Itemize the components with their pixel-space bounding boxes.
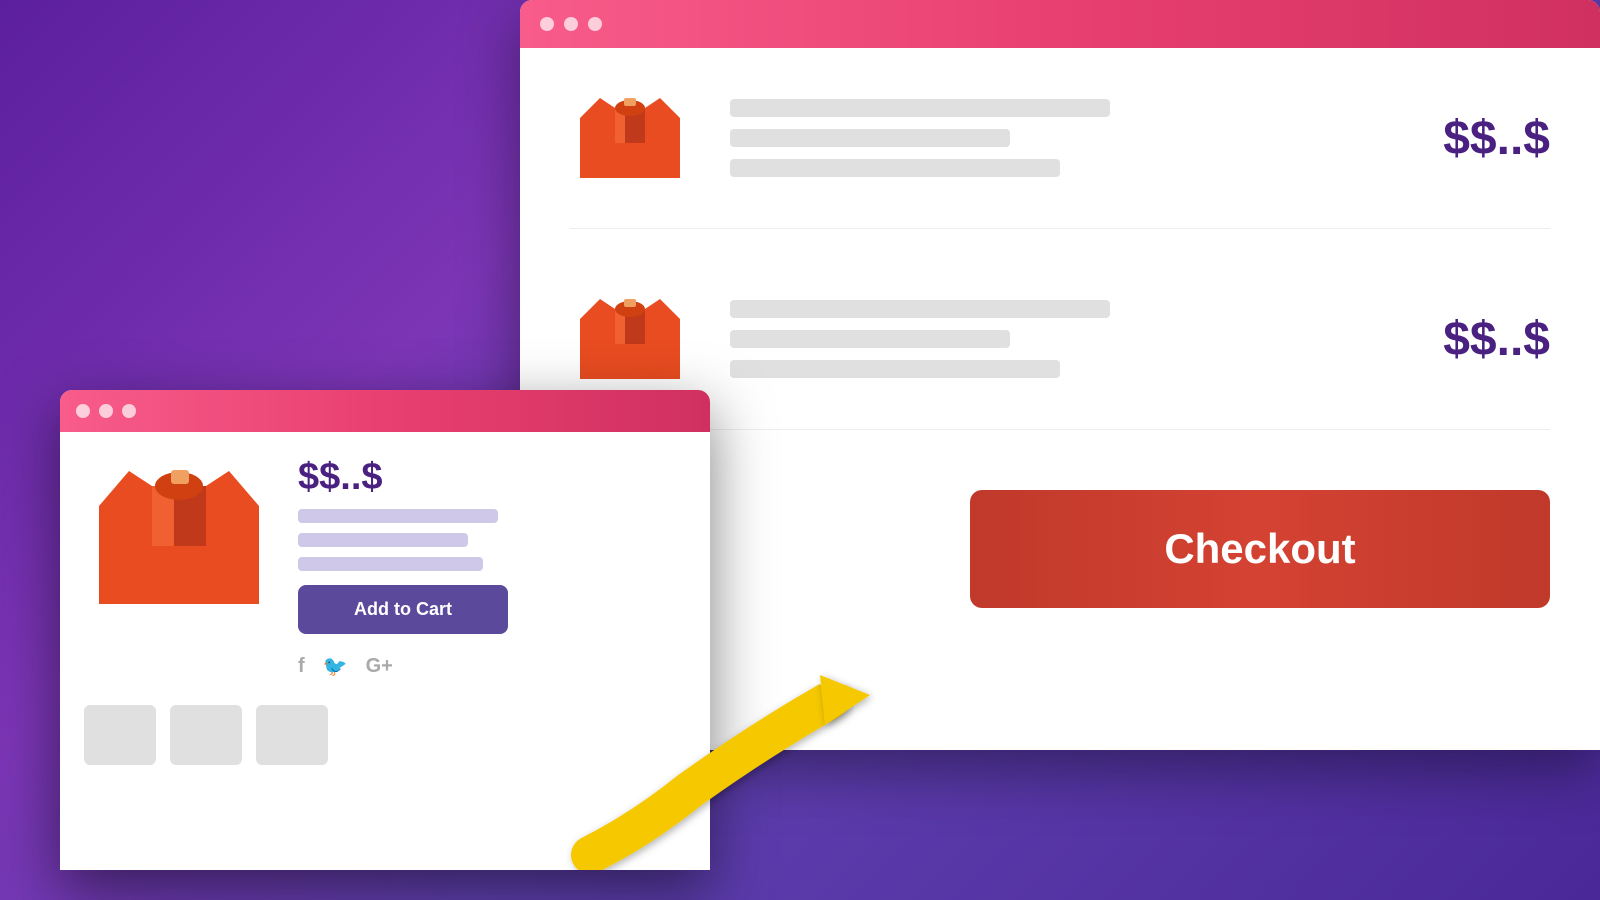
tshirt-detail-image (84, 456, 274, 616)
product-row-1: $$..$ (570, 88, 1550, 229)
tshirt-image-2 (570, 289, 690, 389)
twitter-icon[interactable]: 🐦 (323, 654, 348, 679)
window-dot-3 (588, 17, 602, 31)
product-bar-2b (730, 330, 1010, 348)
product-bar-1b (730, 129, 1010, 147)
window-dot-2 (564, 17, 578, 31)
tshirt-image-1 (570, 88, 690, 188)
product-detail-top: $$..$ Add to Cart f 🐦 G+ (84, 456, 686, 679)
product-bar-1c (730, 159, 1060, 177)
add-to-cart-button[interactable]: Add to Cart (298, 585, 508, 634)
product-bar-2a (730, 300, 1110, 318)
thumbnail-1[interactable] (84, 705, 156, 765)
window-dot-1 (540, 17, 554, 31)
thumbnail-3[interactable] (256, 705, 328, 765)
thumbnail-2[interactable] (170, 705, 242, 765)
product-price-2: $$..$ (1443, 312, 1550, 367)
googleplus-icon[interactable]: G+ (366, 655, 393, 678)
arrow-container (560, 670, 910, 870)
product-info-2 (730, 300, 1403, 378)
product-bar-1a (730, 99, 1110, 117)
product-info-1 (730, 99, 1403, 177)
detail-bar-3 (298, 557, 483, 571)
checkout-button[interactable]: Checkout (970, 490, 1550, 608)
front-dot-1 (76, 404, 90, 418)
detail-bar-1 (298, 509, 498, 523)
front-dot-3 (122, 404, 136, 418)
product-price-1: $$..$ (1443, 111, 1550, 166)
product-bar-2c (730, 360, 1060, 378)
product-row-2: $$..$ (570, 289, 1550, 430)
product-detail-info: $$..$ Add to Cart f 🐦 G+ (298, 456, 686, 679)
arrow-svg (560, 670, 910, 870)
titlebar-front (60, 390, 710, 432)
facebook-icon[interactable]: f (298, 655, 305, 678)
titlebar-back (520, 0, 1600, 48)
detail-price: $$..$ (298, 456, 686, 499)
detail-bar-2 (298, 533, 468, 547)
front-dot-2 (99, 404, 113, 418)
